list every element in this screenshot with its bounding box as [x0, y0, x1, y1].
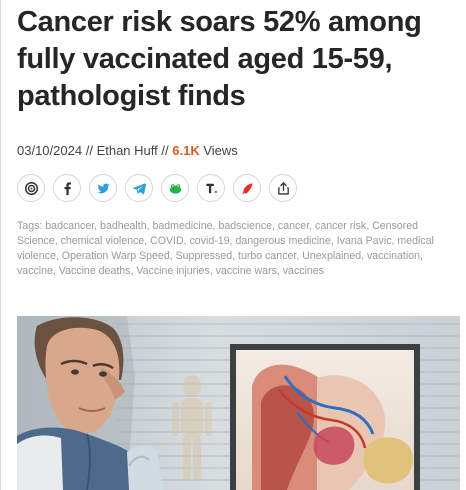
brighteon-share-button[interactable] [17, 174, 45, 202]
brighteon-icon [24, 181, 38, 195]
meta-separator: // [161, 143, 169, 158]
tags-list[interactable]: badcancer, badhealth, badmedicine, badsc… [17, 220, 434, 277]
views-label: Views [203, 143, 238, 158]
truth-social-share-button[interactable] [197, 174, 225, 202]
gab-frog-icon [169, 183, 181, 194]
twitter-icon [96, 183, 110, 193]
page-left-border [0, 0, 1, 490]
article-date: 03/10/2024 [17, 143, 83, 158]
twitter-share-button[interactable] [89, 174, 117, 202]
meta-separator: // [85, 143, 93, 158]
article-meta: 03/10/2024 // Ethan Huff // 6.1K Views [17, 143, 238, 158]
truth-social-icon [205, 183, 217, 193]
native-share-button[interactable] [269, 174, 297, 202]
share-buttons-row [17, 174, 297, 204]
article-title: Cancer risk soars 52% among fully vaccin… [17, 6, 422, 112]
article-tags: Tags: badcancer, badhealth, badmedicine,… [17, 219, 457, 279]
telegram-icon [132, 182, 146, 194]
hero-image [17, 316, 460, 490]
views-count: 6.1K [172, 143, 200, 158]
facebook-share-button[interactable] [53, 174, 81, 202]
facebook-icon [64, 181, 71, 195]
telegram-share-button[interactable] [125, 174, 153, 202]
article-author[interactable]: Ethan Huff [97, 143, 158, 158]
gettr-share-button[interactable] [233, 174, 261, 202]
gettr-icon [241, 182, 253, 194]
gab-share-button[interactable] [161, 174, 189, 202]
tags-label: Tags: [17, 220, 43, 232]
doctor-viewing-anatomy-chart-photo [17, 316, 460, 490]
share-icon [277, 181, 289, 195]
